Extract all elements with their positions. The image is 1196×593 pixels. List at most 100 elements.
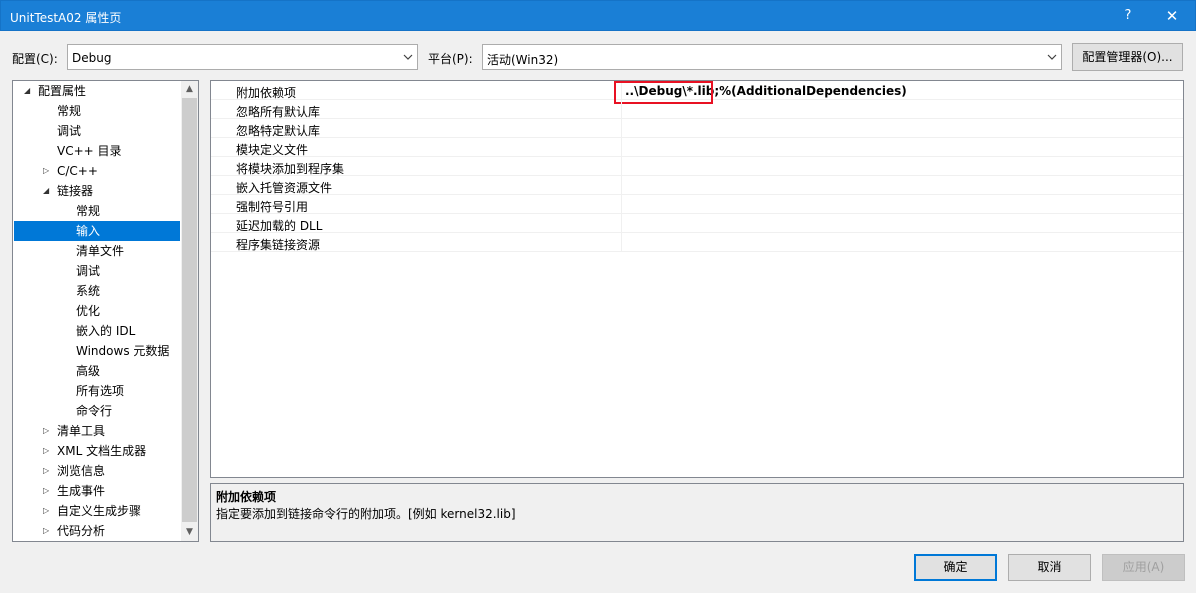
tree-item[interactable]: 所有选项 [14,381,180,401]
tree-item[interactable]: 调试 [14,121,180,141]
property-row[interactable]: 嵌入托管资源文件 [211,176,1183,195]
property-name: 程序集链接资源 [236,238,321,252]
expand-icon[interactable]: ▷ [43,161,53,181]
tree-item-label: 代码分析 [57,524,106,538]
tree-item-label: 清单工具 [57,424,106,438]
property-name: 延迟加载的 DLL [236,219,323,233]
tree-item[interactable]: VC++ 目录 [14,141,180,161]
column-divider [621,214,622,233]
tree-item-label: 高级 [76,364,101,378]
column-divider [621,138,622,157]
property-name: 忽略所有默认库 [236,105,321,119]
column-divider [621,176,622,195]
tree-item-label: 清单文件 [76,244,125,258]
tree-item[interactable]: 高级 [14,361,180,381]
property-row[interactable]: 忽略特定默认库 [211,119,1183,138]
collapse-icon[interactable]: ◢ [43,181,53,201]
scroll-up-icon[interactable]: ▲ [181,81,198,98]
scroll-down-icon[interactable]: ▼ [181,524,198,541]
ok-button[interactable]: 确定 [914,554,997,581]
tree-item[interactable]: ▷ 代码分析 [14,521,180,541]
tree-item[interactable]: 优化 [14,301,180,321]
tree-item[interactable]: 系统 [14,281,180,301]
column-divider [621,233,622,252]
column-divider [621,157,622,176]
tree-item-label: 嵌入的 IDL [76,324,136,338]
tree-item[interactable]: ▷ 清单工具 [14,421,180,441]
window-title: UnitTestA02 属性页 [10,11,122,25]
tree-item[interactable]: ▷ C/C++ [14,161,180,181]
close-icon[interactable]: ✕ [1149,1,1195,31]
property-name: 强制符号引用 [236,200,309,214]
property-row[interactable]: 延迟加载的 DLL [211,214,1183,233]
column-divider [621,100,622,119]
property-row[interactable]: 将模块添加到程序集 [211,157,1183,176]
apply-button[interactable]: 应用(A) [1102,554,1185,581]
tree-item-label: 链接器 [57,184,94,198]
tree-item-label: XML 文档生成器 [57,444,147,458]
tree-item[interactable]: ▷ XML 文档生成器 [14,441,180,461]
tree-item[interactable]: ◢ 链接器 [14,181,180,201]
tree-item[interactable]: ▷ 浏览信息 [14,461,180,481]
property-name: 忽略特定默认库 [236,124,321,138]
platform-label: 平台(P): [428,52,473,66]
tree-item-label: 命令行 [76,404,113,418]
tree-item[interactable]: Windows 元数据 [14,341,180,361]
platform-dropdown[interactable]: 活动(Win32) [482,44,1062,70]
tree-item-label: VC++ 目录 [57,144,122,158]
tree-item[interactable]: ◢ 配置属性 [14,81,180,101]
tree-item-label: 调试 [76,264,101,278]
tree-item[interactable]: 常规 [14,201,180,221]
tree-scrollbar[interactable]: ▲ ▼ [181,81,198,541]
tree-item-label: 浏览信息 [57,464,106,478]
config-label: 配置(C): [12,52,58,66]
expand-icon[interactable]: ▷ [43,461,53,481]
property-row[interactable]: 忽略所有默认库 [211,100,1183,119]
scroll-thumb[interactable] [182,98,197,522]
cancel-button[interactable]: 取消 [1008,554,1091,581]
column-divider [621,119,622,138]
expand-icon[interactable]: ▷ [43,521,53,541]
tree-item-label: 自定义生成步骤 [57,504,142,518]
expand-icon[interactable]: ▷ [43,421,53,441]
tree-item-label: Windows 元数据 [76,344,170,358]
property-row[interactable]: 附加依赖项 ..\Debug\*.lib;%(AdditionalDependen… [211,81,1183,104]
tree-item-label: C/C++ [57,164,98,178]
tree-item[interactable]: 常规 [14,101,180,121]
chevron-down-icon [1047,54,1057,60]
tree-item-label: 输入 [76,224,101,238]
config-dropdown[interactable]: Debug [67,44,418,70]
property-row[interactable]: 程序集链接资源 [211,233,1183,252]
config-value: Debug [72,51,112,65]
description-text: 指定要添加到链接命令行的附加项。[例如 kernel32.lib] [216,507,516,521]
property-grid[interactable]: 附加依赖项 ..\Debug\*.lib;%(AdditionalDependen… [210,80,1184,478]
tree-item[interactable]: ▷ 自定义生成步骤 [14,501,180,521]
title-bar: UnitTestA02 属性页 ? ✕ [0,0,1196,31]
property-name: 将模块添加到程序集 [236,162,345,176]
tree-item-label: 配置属性 [38,84,87,98]
property-row[interactable]: 模块定义文件 [211,138,1183,157]
collapse-icon[interactable]: ◢ [24,81,34,101]
tree-item[interactable]: 调试 [14,261,180,281]
expand-icon[interactable]: ▷ [43,501,53,521]
expand-icon[interactable]: ▷ [43,481,53,501]
property-name: 嵌入托管资源文件 [236,181,333,195]
help-icon[interactable]: ? [1105,1,1151,31]
tree-item-label: 调试 [57,124,82,138]
configuration-manager-button[interactable]: 配置管理器(O)... [1072,43,1183,71]
property-name: 附加依赖项 [236,86,297,100]
tree-item[interactable]: ▷ 生成事件 [14,481,180,501]
tree-item-label: 所有选项 [76,384,125,398]
property-tree[interactable]: ◢ 配置属性 常规 调试 VC++ 目录 ▷ C/C++ ◢ 链接器 常规 输入 清单文件 调试 系统 优化… [12,80,199,542]
description-title: 附加依赖项 [216,490,277,504]
chevron-down-icon [403,54,413,60]
tree-item[interactable]: 清单文件 [14,241,180,261]
tree-item-label: 常规 [57,104,82,118]
expand-icon[interactable]: ▷ [43,441,53,461]
property-row[interactable]: 强制符号引用 [211,195,1183,214]
tree-item[interactable]: 输入 [14,221,180,241]
tree-item[interactable]: 命令行 [14,401,180,421]
property-name: 模块定义文件 [236,143,309,157]
tree-item-label: 系统 [76,284,101,298]
tree-item[interactable]: 嵌入的 IDL [14,321,180,341]
